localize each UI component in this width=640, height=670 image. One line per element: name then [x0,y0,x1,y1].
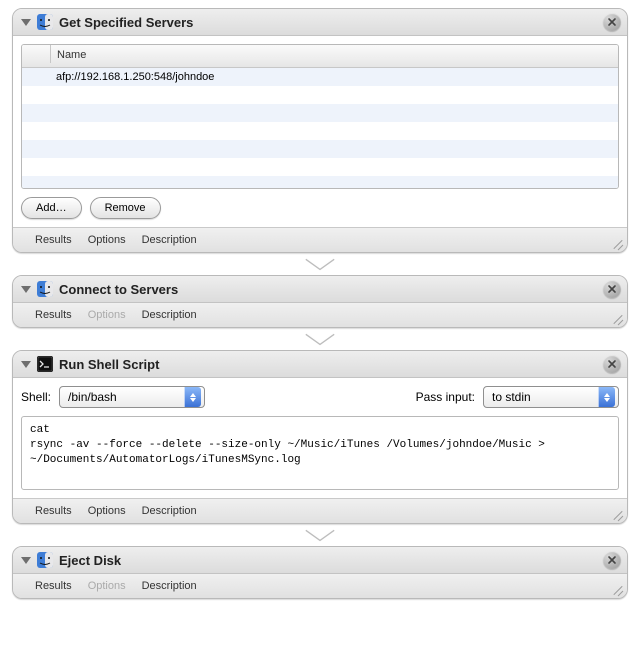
action-title: Eject Disk [59,553,121,568]
servers-table: Name afp://192.168.1.250:548/johndoe [21,44,619,189]
disclosure-triangle-icon[interactable] [21,19,31,26]
resize-grip-icon[interactable] [609,582,623,596]
action-footer: Results Options Description [13,303,627,327]
action-get-specified-servers: Get Specified Servers Name afp://192.168… [12,8,628,253]
table-header: Name [22,45,618,68]
table-row[interactable] [22,140,618,158]
table-row[interactable]: afp://192.168.1.250:548/johndoe [22,68,618,86]
table-body[interactable]: afp://192.168.1.250:548/johndoe [22,68,618,188]
close-button[interactable] [603,13,621,31]
results-tab[interactable]: Results [35,580,72,592]
table-row[interactable] [22,104,618,122]
action-header[interactable]: Get Specified Servers [13,9,627,36]
shell-select[interactable]: /bin/bash [59,386,205,408]
action-eject-disk: Eject Disk Results Options Description [12,546,628,599]
action-body: Name afp://192.168.1.250:548/johndoe A [13,36,627,228]
pass-input-label: Pass input: [416,390,475,404]
resize-grip-icon[interactable] [609,236,623,250]
options-tab: Options [88,309,126,321]
server-url-cell: afp://192.168.1.250:548/johndoe [50,71,618,83]
action-title: Get Specified Servers [59,15,193,30]
connector-icon [12,332,628,346]
action-footer: Results Options Description [13,574,627,598]
column-header-name[interactable]: Name [51,45,618,67]
options-tab[interactable]: Options [88,234,126,246]
disclosure-triangle-icon[interactable] [21,361,31,368]
pass-input-value: to stdin [492,390,598,404]
select-arrows-icon [598,387,615,407]
pass-input-select[interactable]: to stdin [483,386,619,408]
finder-icon [37,552,53,568]
select-arrows-icon [184,387,201,407]
results-tab[interactable]: Results [35,505,72,517]
action-connect-to-servers: Connect to Servers Results Options Descr… [12,275,628,328]
resize-grip-icon[interactable] [609,507,623,521]
connector-icon [12,257,628,271]
action-header[interactable]: Connect to Servers [13,276,627,303]
close-button[interactable] [603,551,621,569]
add-button[interactable]: Add… [21,197,82,219]
table-row[interactable] [22,86,618,104]
disclosure-triangle-icon[interactable] [21,286,31,293]
script-textarea[interactable]: cat rsync -av --force --delete --size-on… [21,416,619,490]
close-button[interactable] [603,280,621,298]
finder-icon [37,281,53,297]
remove-button[interactable]: Remove [90,197,161,219]
finder-icon [37,14,53,30]
action-run-shell-script: Run Shell Script Shell: /bin/bash Pass i… [12,350,628,524]
connector-icon [12,528,628,542]
terminal-icon [37,356,53,372]
table-row[interactable] [22,176,618,188]
description-tab[interactable]: Description [142,580,197,592]
close-button[interactable] [603,355,621,373]
options-tab[interactable]: Options [88,505,126,517]
table-row[interactable] [22,158,618,176]
action-body: Shell: /bin/bash Pass input: to stdin ca… [13,378,627,499]
row-handle-header [22,45,51,63]
results-tab[interactable]: Results [35,234,72,246]
action-footer: Results Options Description [13,499,627,523]
results-tab[interactable]: Results [35,309,72,321]
shell-label: Shell: [21,390,51,404]
disclosure-triangle-icon[interactable] [21,557,31,564]
table-row[interactable] [22,122,618,140]
action-footer: Results Options Description [13,228,627,252]
action-title: Connect to Servers [59,282,178,297]
options-tab: Options [88,580,126,592]
description-tab[interactable]: Description [142,505,197,517]
description-tab[interactable]: Description [142,234,197,246]
action-header[interactable]: Run Shell Script [13,351,627,378]
description-tab[interactable]: Description [142,309,197,321]
action-header[interactable]: Eject Disk [13,547,627,574]
shell-select-value: /bin/bash [68,390,184,404]
action-title: Run Shell Script [59,357,159,372]
resize-grip-icon[interactable] [609,311,623,325]
